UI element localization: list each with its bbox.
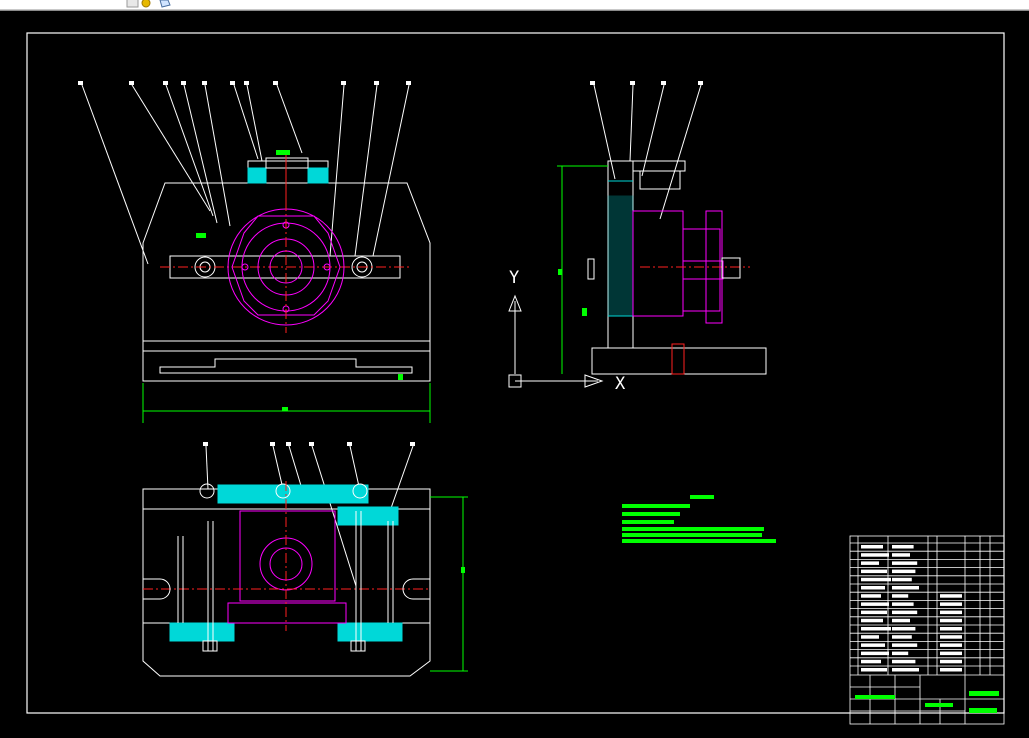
bom-cell-text: [892, 569, 916, 574]
bom-cell-text: [892, 553, 910, 557]
bom-cell-text: [892, 602, 914, 606]
bom-cell-text: [861, 659, 881, 664]
bom-table-rows: [850, 542, 1004, 672]
bom-cell-text: [861, 545, 883, 549]
title-block: [849, 535, 1005, 725]
bom-cell-text: [892, 618, 910, 623]
bom-cell-text: [861, 627, 891, 631]
bom-cell-text: [940, 602, 962, 606]
bom-cell-text: [861, 668, 887, 672]
front-view: [78, 81, 431, 423]
bom-cell-text: [861, 586, 885, 590]
bom-cell-text: [861, 651, 889, 656]
bom-cell-text: [892, 635, 912, 639]
bom-cell-text: [892, 545, 914, 549]
cad-toolbar: [0, 0, 1029, 10]
bom-cell-text: [940, 659, 962, 664]
bom-cell-text: [861, 643, 885, 647]
bom-cell-text: [892, 594, 909, 598]
bom-cell-text: [940, 668, 962, 672]
bom-cell-text: [940, 643, 962, 647]
bom-cell-text: [861, 594, 881, 598]
bom-cell-text: [861, 602, 889, 606]
bom-cell-text: [892, 651, 909, 656]
bom-cell-text: [940, 594, 962, 598]
bom-cell-text: [892, 659, 916, 664]
tool-icon-b[interactable]: [140, 0, 154, 8]
bom-cell-text: [861, 577, 891, 582]
bom-cell-text: [892, 610, 918, 615]
axis-x-label: X: [615, 374, 626, 394]
bom-cell-text: [940, 618, 962, 623]
tool-icon-c[interactable]: [158, 0, 172, 8]
bom-cell-text: [940, 610, 962, 615]
bom-cell-text: [861, 561, 879, 565]
bom-cell-text: [861, 569, 887, 574]
bom-cell-text: [892, 561, 918, 565]
bom-cell-text: [892, 627, 916, 631]
side-view-leaders: [590, 81, 703, 220]
bom-cell-text: [892, 586, 919, 590]
bom-cell-text: [892, 643, 918, 647]
bom-cell-text: [861, 610, 887, 615]
side-view: Y X: [508, 81, 767, 394]
drawing-viewport[interactable]: Y X: [0, 10, 1029, 738]
bom-cell-text: [861, 553, 889, 557]
cad-drawing-canvas[interactable]: Y X: [0, 11, 1029, 738]
axis-y-label: Y: [509, 268, 519, 288]
bom-cell-text: [940, 651, 962, 656]
bom-cell-text: [940, 627, 962, 631]
top-view: [142, 442, 468, 677]
tool-icon-a[interactable]: [126, 0, 140, 8]
bom-cell-text: [892, 668, 919, 672]
bom-cell-text: [861, 618, 883, 623]
bom-cell-text: [892, 577, 912, 582]
technical-notes: [622, 495, 776, 543]
bom-cell-text: [861, 635, 879, 639]
bom-cell-text: [940, 635, 962, 639]
front-view-leaders: [78, 81, 411, 265]
